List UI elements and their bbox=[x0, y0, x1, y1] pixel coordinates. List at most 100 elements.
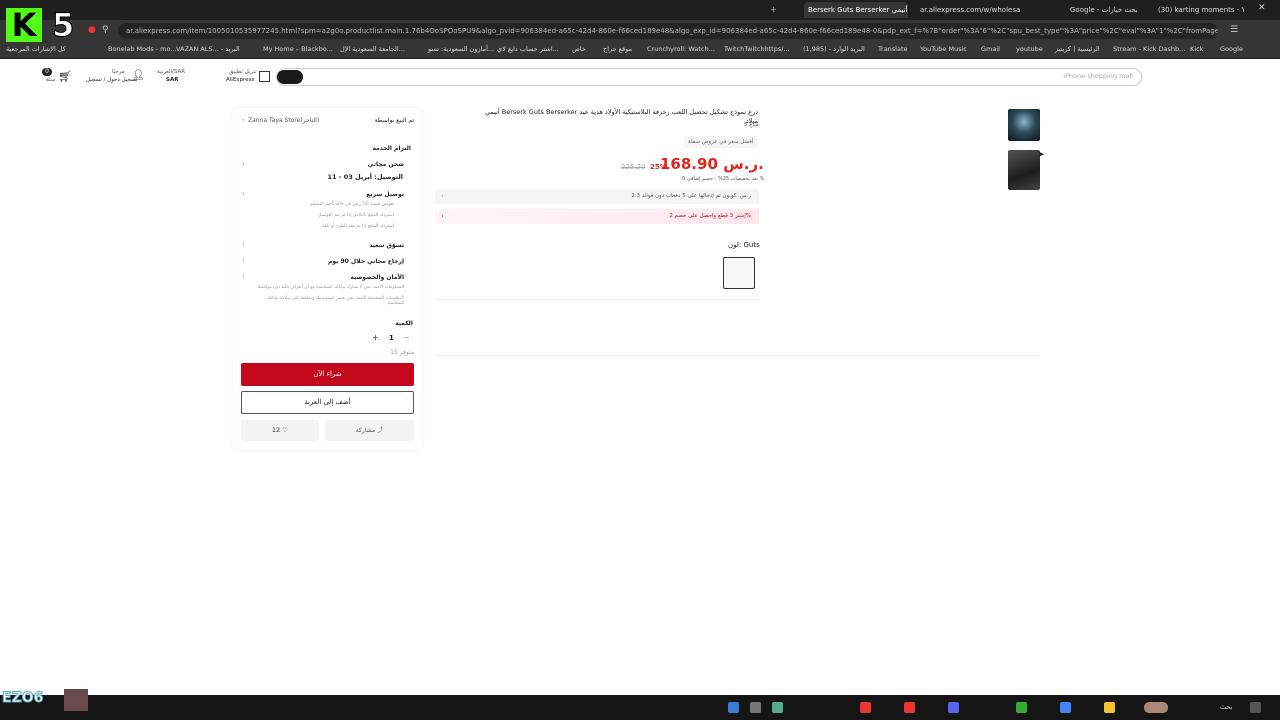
fast-delivery[interactable]: توصيل سريع bbox=[366, 191, 404, 198]
sold-by-label: تم البيع بواسطة bbox=[374, 117, 414, 124]
bookmark-item[interactable]: أمازون السعودية: تسو... bbox=[428, 45, 494, 53]
quantity-value[interactable]: 1 bbox=[389, 334, 394, 342]
quantity-label: الكمية bbox=[395, 320, 413, 327]
app-icon[interactable] bbox=[1016, 702, 1027, 713]
bundle-promo[interactable]: إشتر 3 قطع واحصل على خصم 2% bbox=[435, 209, 759, 224]
account-hello: مرحبًا bbox=[112, 69, 125, 75]
locale-label: العربية/SAR bbox=[157, 69, 186, 75]
app-brand-label: AliExpress bbox=[226, 77, 255, 83]
fast-delivery-line: استرداد المبلغ بالكامل إذا لم يتم التوصي… bbox=[317, 213, 394, 218]
stream-number: 5 bbox=[51, 6, 75, 45]
new-tab-button[interactable]: ＋ bbox=[770, 2, 777, 18]
cart-icon[interactable]: 🛒︎ bbox=[58, 70, 72, 83]
product-thumbnail-2[interactable] bbox=[1008, 150, 1040, 190]
bookmark-item[interactable]: Kick bbox=[1190, 45, 1203, 53]
cart-label: سلة bbox=[46, 77, 56, 83]
bookmark-item[interactable]: My Home – Blackbo... bbox=[263, 45, 333, 53]
bookmark-item[interactable]: YouTube Music bbox=[920, 45, 967, 53]
quantity-plus-button[interactable]: + bbox=[372, 333, 379, 342]
discord-icon[interactable] bbox=[948, 702, 959, 713]
url-field[interactable]: ar.aliexpress.com/item/1005010535977245.… bbox=[118, 23, 1218, 39]
best-price-badge: أفضل سعر في عروض سفلة bbox=[684, 136, 758, 148]
product-title: أنيمي Berserk Guts Berserker درع نموذج ت… bbox=[484, 108, 758, 125]
extensions-icon[interactable]: ☰ bbox=[1230, 25, 1238, 35]
security-privacy[interactable]: الأمان والخصوصية bbox=[350, 274, 404, 281]
close-window-icon[interactable]: ✕ bbox=[1258, 3, 1266, 13]
chevron-left-icon[interactable]: ‹ bbox=[242, 257, 245, 265]
free-returns[interactable]: إرجاع مجاني خلال 90 يوم bbox=[328, 258, 404, 265]
bookmark-item[interactable]: VAZAN ALS... - البريد bbox=[176, 45, 240, 53]
bookmark-item[interactable]: (1,985) - البريد الوارد bbox=[803, 45, 865, 53]
app-icon[interactable] bbox=[750, 702, 761, 713]
wishlist-count: 12 bbox=[271, 426, 281, 434]
bookmark-item[interactable]: موقع جراح bbox=[603, 45, 632, 53]
settings-icon[interactable] bbox=[772, 702, 783, 713]
original-price: 225.20 bbox=[621, 163, 646, 171]
chrome-icon[interactable] bbox=[1060, 702, 1071, 713]
security-line: المعلومات الشخصية الآمنة: نحن نحمي خصوصي… bbox=[267, 296, 404, 306]
sign-in-link[interactable]: تسجيل دخول / تسجيل bbox=[86, 77, 137, 83]
add-to-cart-button[interactable]: أضف إلى العربة bbox=[241, 391, 414, 414]
chevron-left-icon[interactable]: ‹ bbox=[242, 273, 245, 281]
steam-icon[interactable] bbox=[728, 702, 739, 713]
fast-delivery-line: استرداد المبلغ إذا تم فقد الطرد أو تلفه bbox=[322, 224, 394, 229]
bookmark-item[interactable]: Google bbox=[1220, 45, 1243, 53]
app-icon[interactable] bbox=[860, 702, 871, 713]
color-swatch-guts[interactable] bbox=[723, 257, 755, 289]
taskbar: بحث bbox=[0, 695, 1280, 720]
tab-label: ar.aliexpress.com/w/wholesale- bbox=[920, 6, 1020, 14]
app-icon[interactable] bbox=[904, 702, 915, 713]
color-label: لون: Guts bbox=[728, 241, 760, 249]
chevron-left-icon[interactable]: ‹ bbox=[242, 241, 245, 249]
address-bar-row: ● ⚲ ar.aliexpress.com/item/1005010535977… bbox=[0, 20, 1280, 42]
webcam-thumbnail bbox=[64, 689, 88, 711]
store-name-link[interactable]: Zanna Taya Store(التاجر) bbox=[248, 117, 319, 124]
currency-selector[interactable]: SAR bbox=[166, 77, 178, 83]
record-icon: ● bbox=[88, 25, 96, 35]
search-input[interactable]: iPhone shopping mall bbox=[1063, 72, 1133, 80]
bookmark-item[interactable]: youtube bbox=[1016, 45, 1043, 53]
share-icon: ⤴ bbox=[377, 427, 384, 434]
chevron-left-icon[interactable]: ‹ bbox=[242, 190, 245, 198]
security-line: المدفوعات الآمنة: نحن لا نشارك بياناتك ا… bbox=[256, 285, 404, 290]
bookmarks-bar: كل الإشارات المرجعية Bonelab Mods - mo...… bbox=[0, 42, 1280, 59]
bookmark-item[interactable]: Crunchyroll: Watch... bbox=[647, 45, 715, 53]
kick-logo: K bbox=[6, 8, 42, 42]
share-button[interactable]: مشاركة ⤴ bbox=[325, 420, 414, 441]
wishlist-button[interactable]: 12 ♡ bbox=[241, 420, 319, 441]
bookmark-item[interactable]: Translate bbox=[878, 45, 908, 53]
bookmark-item[interactable]: خاص bbox=[572, 45, 586, 53]
bookmark-item[interactable]: اشتر حساب دايغ لاي... bbox=[497, 45, 559, 53]
chevron-left-icon[interactable]: ‹ bbox=[242, 160, 245, 168]
app-icon[interactable] bbox=[1144, 702, 1168, 713]
free-shipping[interactable]: شحن مجاني bbox=[368, 161, 404, 168]
tab-label: Google - بحث خيارات bbox=[1070, 6, 1138, 14]
bookmark-item[interactable]: Stream - Kick Dashb... bbox=[1113, 45, 1185, 53]
site-info-icon[interactable]: ⚲ bbox=[102, 25, 109, 35]
bookmark-item[interactable]: الجامعة السعودية الإل... bbox=[340, 45, 405, 53]
bookmark-item[interactable]: TwitchTwitchhttps/... bbox=[724, 45, 790, 53]
tab-google[interactable]: Google - بحث خيارات bbox=[1070, 2, 1140, 18]
product-thumbnail-1[interactable] bbox=[1008, 109, 1040, 141]
cart-count-badge: 0 bbox=[42, 68, 52, 76]
fast-delivery-line: تعويض قيمته 50 ر.س في حالة تأخير التسليم bbox=[309, 202, 394, 207]
tab-aliexpress-search[interactable]: ar.aliexpress.com/w/wholesale- bbox=[920, 2, 1020, 18]
bookmark-item[interactable]: الرئيسية | كريتيز bbox=[1055, 45, 1100, 53]
installment-promo[interactable]: 2.3 ر.س. كوبون تم إدخالها على 5 دفعات دو… bbox=[435, 189, 759, 204]
tab-aliexpress-product[interactable]: Berserk Guts Berserker أنيمي ... bbox=[804, 2, 908, 18]
tab-youtube[interactable]: (30) karting moments - YouTube bbox=[1158, 2, 1244, 18]
bookmark-item[interactable]: Gmail bbox=[981, 45, 1000, 53]
qr-code-icon[interactable] bbox=[259, 71, 270, 82]
heart-icon: ♡ bbox=[282, 426, 289, 434]
windows-start-icon[interactable] bbox=[1250, 702, 1261, 713]
folder-icon[interactable] bbox=[1104, 702, 1115, 713]
quantity-minus-button[interactable]: − bbox=[403, 333, 410, 342]
search-bar[interactable]: iPhone shopping mall bbox=[276, 68, 1142, 86]
search-button[interactable] bbox=[277, 70, 303, 84]
bookmark-item[interactable]: كل الإشارات المرجعية bbox=[6, 45, 66, 53]
taskbar-search[interactable]: بحث bbox=[1220, 703, 1232, 711]
delivery-date: التوصيل: أبريل 03 - 11 bbox=[327, 173, 403, 181]
buy-now-button[interactable]: شراء الآن bbox=[241, 363, 414, 386]
bookmark-item[interactable]: Bonelab Mods - mo... bbox=[108, 45, 177, 53]
happy-shopping[interactable]: تسوّق سعيد bbox=[369, 242, 404, 249]
